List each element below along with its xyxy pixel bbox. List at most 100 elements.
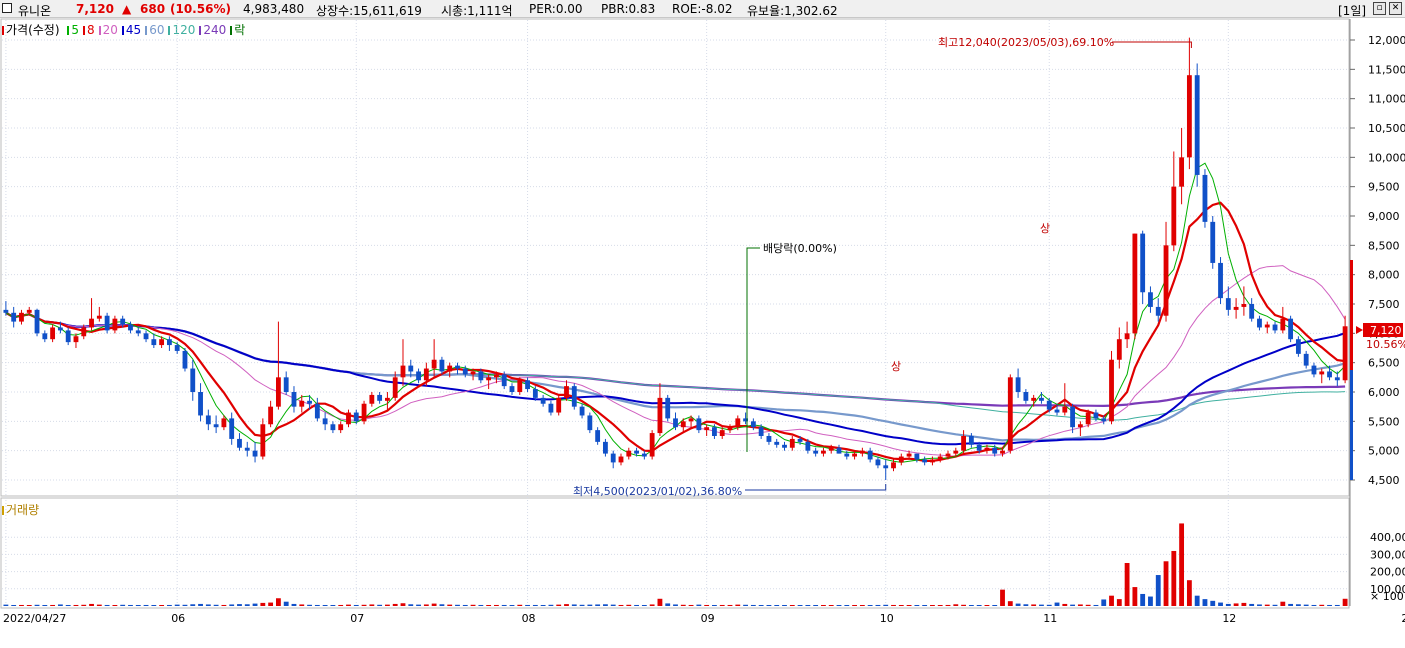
volume-bar xyxy=(501,604,507,606)
candle-body xyxy=(797,438,803,442)
volume-bar xyxy=(89,603,94,606)
volume-bar xyxy=(517,604,523,606)
candle-body xyxy=(314,403,320,419)
annotations: 최고12,040(2023/05/03),69.10% 최저4,500(2023… xyxy=(573,36,1404,603)
candle-body xyxy=(859,450,865,454)
volume-bar xyxy=(821,605,826,606)
volume-bar xyxy=(384,604,390,606)
volume-bar xyxy=(1132,587,1138,606)
volume-bar xyxy=(1241,602,1247,606)
volume-bar xyxy=(346,604,351,606)
volume-bar xyxy=(400,603,406,606)
candle-body xyxy=(914,453,920,460)
volume-bar xyxy=(494,604,499,606)
upper-limit-mark: 상 xyxy=(891,360,901,373)
candle-body xyxy=(649,433,655,457)
volume-bar xyxy=(26,605,32,606)
candles xyxy=(3,37,1348,480)
candle-body xyxy=(143,333,149,340)
volume-bar xyxy=(618,604,624,606)
candle-body xyxy=(291,392,297,407)
volume-bar xyxy=(657,598,663,606)
volume-bar xyxy=(361,604,367,606)
candle-body xyxy=(1140,233,1146,293)
volume-bar xyxy=(486,605,492,606)
candle-body xyxy=(423,368,429,381)
candle-body xyxy=(322,418,328,425)
volume-bar xyxy=(1085,604,1091,606)
volume-bar xyxy=(548,604,554,606)
volume-bar xyxy=(937,605,943,606)
candle-body xyxy=(478,371,484,381)
candle-body xyxy=(1202,174,1208,222)
candle-body xyxy=(1233,306,1239,310)
candle-body xyxy=(1054,409,1060,413)
candle-body xyxy=(26,309,32,313)
candle-body xyxy=(1093,412,1099,419)
candle-body xyxy=(89,318,94,328)
candle-body xyxy=(1007,377,1013,451)
stock-chart[interactable]: 4,5005,0005,5006,0006,5007,0007,5008,000… xyxy=(0,0,1405,648)
volume-bar xyxy=(922,605,928,606)
volume-bar xyxy=(159,605,165,606)
volume-bar xyxy=(525,604,530,606)
candle-body xyxy=(244,447,250,451)
price-range-bar xyxy=(1350,370,1353,480)
volume-bar xyxy=(891,604,896,606)
volume-bar xyxy=(906,605,912,606)
volume-bar xyxy=(859,605,865,606)
volume-bar xyxy=(229,604,235,606)
volume-bar xyxy=(314,604,320,606)
price-tag-pointer xyxy=(1356,326,1363,334)
volume-bar xyxy=(1171,550,1177,606)
price-tag-value: 7,120 xyxy=(1370,324,1402,337)
volume-bar xyxy=(151,605,157,606)
volume-bar xyxy=(128,604,133,606)
volume-bar xyxy=(595,604,601,606)
candle-body xyxy=(1194,75,1200,175)
candle-body xyxy=(1124,333,1130,340)
volume-bar xyxy=(704,604,710,606)
volume-bar xyxy=(1179,523,1185,606)
volume-bar xyxy=(268,602,274,606)
grid xyxy=(0,18,1351,609)
time-tick-label: 11 xyxy=(1043,612,1057,625)
candle-body xyxy=(1342,326,1348,381)
volume-bar xyxy=(774,605,780,606)
volume-bar xyxy=(680,604,686,606)
candle-body xyxy=(73,336,79,343)
volume-bar xyxy=(135,605,141,606)
candle-body xyxy=(782,444,787,448)
candle-body xyxy=(579,406,585,416)
price-tick-label: 11,500 xyxy=(1368,63,1405,76)
volume-tick-label: 200,000 xyxy=(1370,566,1405,579)
volume-bar xyxy=(1101,599,1107,606)
price-tag-pct: 10.56% xyxy=(1366,338,1405,351)
volume-bar xyxy=(984,605,990,606)
volume-bar xyxy=(509,605,515,606)
volume-bar xyxy=(221,604,227,606)
candle-body xyxy=(875,459,881,466)
candle-body xyxy=(1015,377,1021,392)
candle-body xyxy=(852,453,857,457)
price-tick-label: 10,000 xyxy=(1368,151,1405,164)
candle-body xyxy=(166,339,172,346)
candle-body xyxy=(392,377,398,398)
volume-bar xyxy=(1116,599,1122,606)
price-tick-label: 4,500 xyxy=(1368,474,1400,487)
candle-body xyxy=(789,438,795,448)
candle-body xyxy=(1039,397,1044,401)
candle-body xyxy=(922,459,928,463)
candle-body xyxy=(937,456,943,460)
price-tick-label: 9,000 xyxy=(1368,210,1400,223)
volume-bar xyxy=(641,605,647,606)
volume-bar xyxy=(198,603,203,606)
time-tick-label: 2023/01 xyxy=(1401,612,1405,625)
candle-body xyxy=(696,418,702,431)
candle-body xyxy=(898,456,904,463)
volume-bar xyxy=(11,605,17,606)
candle-body xyxy=(766,436,772,442)
volume-bar xyxy=(112,605,118,606)
volume-bar xyxy=(1311,604,1317,606)
axes: 4,5005,0005,5006,0006,5007,0007,5008,000… xyxy=(3,34,1405,625)
